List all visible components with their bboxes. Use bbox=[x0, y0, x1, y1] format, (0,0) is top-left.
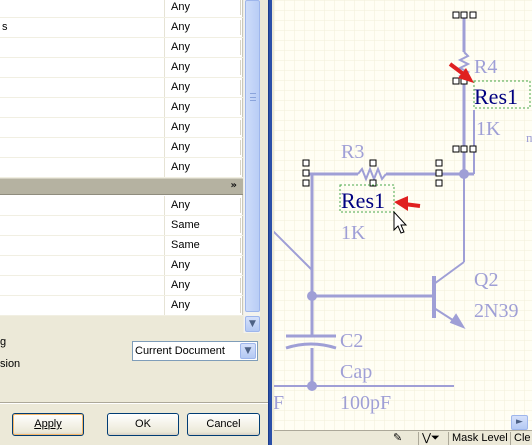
scope-select[interactable]: Current Document ▼ bbox=[132, 341, 258, 361]
table-row[interactable]: Any bbox=[0, 296, 243, 316]
chevron-down-icon[interactable]: ▼ bbox=[240, 343, 256, 359]
table-row[interactable]: Any bbox=[0, 256, 243, 276]
table-row[interactable]: Any bbox=[0, 98, 243, 118]
table-row[interactable]: Any bbox=[0, 0, 243, 18]
match-value[interactable]: Any bbox=[166, 0, 241, 17]
option-label: sion bbox=[0, 358, 21, 370]
c2-designator[interactable]: C2 bbox=[340, 330, 363, 352]
match-value[interactable]: Any bbox=[166, 256, 241, 275]
table-row[interactable]: Any bbox=[0, 118, 243, 138]
cancel-button[interactable]: Cancel bbox=[187, 413, 260, 436]
properties-grid: Any s Any Any Any Any Any Any Any Any » A… bbox=[0, 0, 243, 316]
scroll-thumb[interactable] bbox=[245, 0, 260, 312]
button-divider bbox=[0, 402, 268, 404]
q2-comment[interactable]: 2N39 bbox=[474, 300, 518, 322]
table-row[interactable]: Any bbox=[0, 38, 243, 58]
pencil-icon[interactable]: ✎ bbox=[390, 432, 418, 445]
match-value[interactable]: Same bbox=[166, 236, 241, 255]
table-row[interactable]: Same bbox=[0, 236, 243, 256]
r4-comment[interactable]: Res1 bbox=[474, 84, 518, 109]
match-value[interactable]: Any bbox=[166, 38, 241, 57]
partial-label: F bbox=[274, 392, 284, 414]
schematic-canvas[interactable]: R4 Res1 1K m R3 Res1 1K Q2 2N39 C2 Cap 1… bbox=[274, 0, 532, 430]
match-value[interactable]: Any bbox=[166, 118, 241, 137]
match-value[interactable]: Any bbox=[166, 276, 241, 295]
status-bar: ✎ ⋁⏷ Mask Level Cle bbox=[274, 430, 532, 445]
match-value[interactable]: Any bbox=[166, 196, 241, 215]
c2-comment[interactable]: Cap bbox=[340, 361, 372, 383]
scope-select-value: Current Document bbox=[135, 345, 225, 357]
r3-value[interactable]: 1K bbox=[341, 222, 366, 244]
scroll-down-icon[interactable]: ▼ bbox=[245, 316, 260, 332]
option-label: g bbox=[0, 336, 7, 348]
clear-button[interactable]: Cle bbox=[510, 432, 532, 445]
scroll-right-icon[interactable]: ► bbox=[511, 415, 528, 430]
find-similar-objects-dialog: Any s Any Any Any Any Any Any Any Any » A… bbox=[0, 0, 268, 445]
c2-value[interactable]: 100pF bbox=[340, 392, 391, 414]
match-value[interactable]: Any bbox=[166, 98, 241, 117]
schematic-drawing: R4 Res1 1K m R3 Res1 1K Q2 2N39 C2 Cap 1… bbox=[274, 0, 532, 430]
match-value[interactable]: Any bbox=[166, 18, 241, 37]
match-value[interactable]: Any bbox=[166, 296, 241, 315]
table-row[interactable]: Any bbox=[0, 158, 243, 178]
partial-label: m bbox=[526, 130, 532, 145]
r3-designator[interactable]: R3 bbox=[341, 141, 364, 163]
match-value[interactable]: Any bbox=[166, 158, 241, 177]
table-row[interactable]: Any bbox=[0, 58, 243, 78]
r4-designator[interactable]: R4 bbox=[474, 56, 497, 78]
table-row[interactable]: Any bbox=[0, 196, 243, 216]
table-row[interactable]: Any bbox=[0, 276, 243, 296]
property-group-header[interactable]: » bbox=[0, 178, 243, 195]
match-value[interactable]: Any bbox=[166, 138, 241, 157]
apply-button[interactable]: Apply bbox=[12, 413, 84, 436]
table-row[interactable]: Same bbox=[0, 216, 243, 236]
match-value[interactable]: Same bbox=[166, 216, 241, 235]
q2-designator[interactable]: Q2 bbox=[474, 269, 498, 291]
mask-level-button[interactable]: Mask Level bbox=[448, 432, 510, 445]
match-value[interactable]: Any bbox=[166, 78, 241, 97]
r3-comment[interactable]: Res1 bbox=[341, 188, 385, 213]
ok-button[interactable]: OK bbox=[107, 413, 179, 436]
table-row[interactable]: Any bbox=[0, 78, 243, 98]
vertical-scrollbar[interactable]: ▼ bbox=[243, 0, 260, 333]
r4-value[interactable]: 1K bbox=[476, 118, 501, 140]
match-value[interactable]: Any bbox=[166, 58, 241, 77]
grip-icon bbox=[250, 93, 256, 101]
filter-icon[interactable]: ⋁⏷ bbox=[418, 432, 448, 445]
table-row[interactable]: Any bbox=[0, 138, 243, 158]
table-row[interactable]: s Any bbox=[0, 18, 243, 38]
chevron-double-down-icon[interactable]: » bbox=[231, 180, 237, 191]
